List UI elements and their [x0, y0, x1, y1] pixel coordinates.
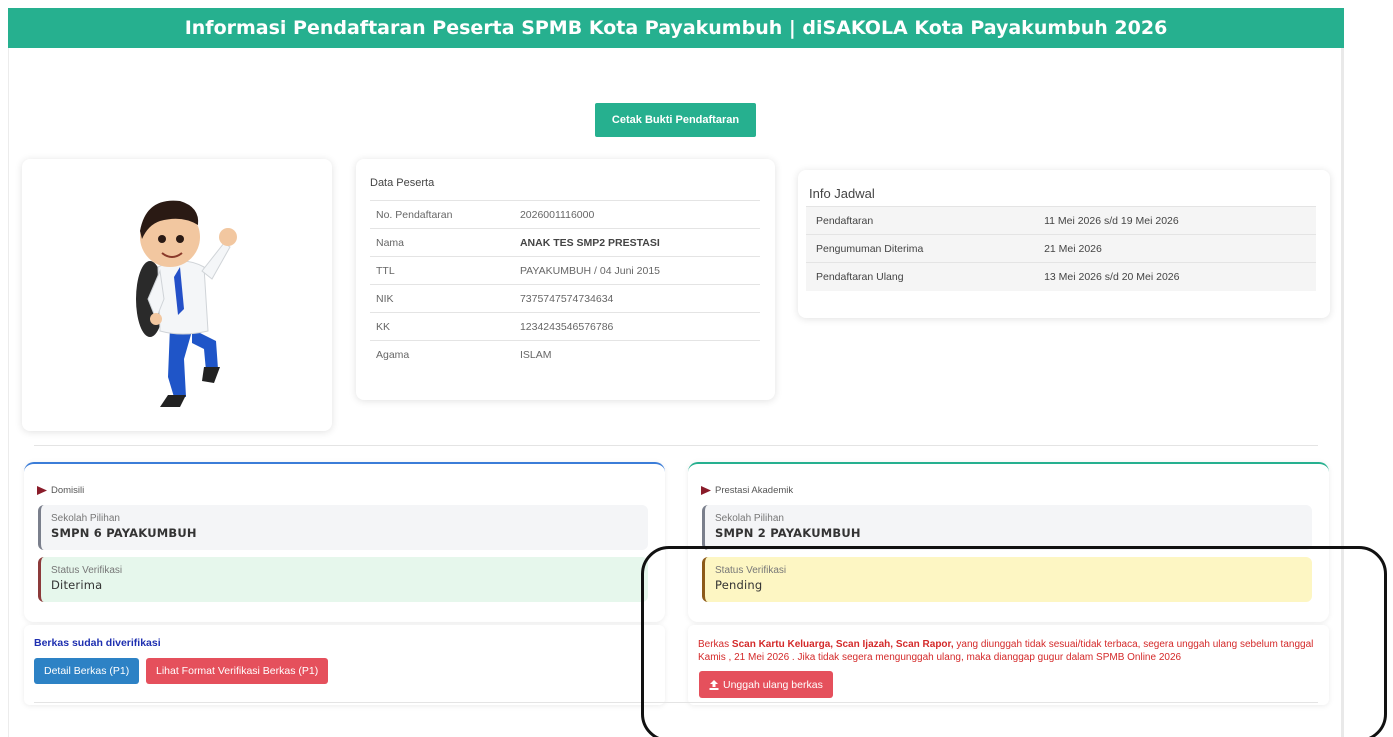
row-label: Nama [370, 228, 506, 257]
schedule-title: Info Jadwal [809, 186, 875, 201]
school-label: Sekolah Pilihan [51, 513, 120, 524]
status-label: Status Verifikasi [51, 565, 123, 576]
page-title: Informasi Pendaftaran Peserta SPMB Kota … [184, 17, 1168, 39]
table-row: Agama ISLAM [370, 340, 760, 369]
status-label: Status Verifikasi [715, 565, 787, 576]
table-row: Pendaftaran Ulang 13 Mei 2026 s/d 20 Mei… [806, 262, 1316, 291]
reupload-warning: Berkas Scan Kartu Keluarga, Scan Ijazah,… [698, 638, 1318, 664]
row-value: 1234243546576786 [505, 312, 760, 341]
schedule-value: 21 Mei 2026 [1032, 234, 1316, 263]
school-label: Sekolah Pilihan [715, 513, 784, 524]
verified-files-panel: Berkas sudah diverifikasi Detail Berkas … [24, 625, 665, 705]
reupload-files-button[interactable]: Unggah ulang berkas [699, 671, 833, 698]
school-value: SMPN 2 PAYAKUMBUH [715, 526, 861, 540]
table-row: NIK 7375747574734634 [370, 284, 760, 313]
schedule-card: Info Jadwal Pendaftaran 11 Mei 2026 s/d … [798, 170, 1330, 318]
row-label: TTL [370, 256, 506, 285]
bottom-divider [34, 702, 1318, 703]
choice-type: Prestasi Akademik [701, 485, 793, 496]
table-row: Pendaftaran 11 Mei 2026 s/d 19 Mei 2026 [806, 206, 1316, 235]
table-row: Pengumuman Diterima 21 Mei 2026 [806, 234, 1316, 263]
row-value: 2026001116000 [505, 200, 760, 229]
flag-icon [701, 486, 711, 495]
school-field: Sekolah Pilihan SMPN 6 PAYAKUMBUH [38, 505, 648, 550]
participant-data-table: No. Pendaftaran 2026001116000 Nama ANAK … [370, 200, 760, 369]
verification-status-field: Status Verifikasi Diterima [38, 557, 648, 602]
flag-icon [37, 486, 47, 495]
verification-format-button[interactable]: Lihat Format Verifikasi Berkas (P1) [146, 658, 329, 684]
school-field: Sekolah Pilihan SMPN 2 PAYAKUMBUH [702, 505, 1312, 550]
verified-text: Berkas sudah diverifikasi [34, 637, 161, 649]
verification-status-field: Status Verifikasi Pending [702, 557, 1312, 602]
row-value: 7375747574734634 [505, 284, 760, 313]
file-detail-button[interactable]: Detail Berkas (P1) [34, 658, 140, 684]
schedule-label: Pendaftaran [806, 206, 1033, 235]
schedule-value: 13 Mei 2026 s/d 20 Mei 2026 [1032, 262, 1316, 291]
row-label: KK [370, 312, 506, 341]
schedule-value: 11 Mei 2026 s/d 19 Mei 2026 [1032, 206, 1316, 235]
school-value: SMPN 6 PAYAKUMBUH [51, 526, 197, 540]
upload-icon [709, 679, 719, 690]
section-divider [34, 445, 1318, 446]
schedule-label: Pengumuman Diterima [806, 234, 1033, 263]
participant-data-title: Data Peserta [370, 177, 435, 189]
choice-card-prestasi: Prestasi Akademik Sekolah Pilihan SMPN 2… [688, 462, 1329, 622]
choice-type-label: Prestasi Akademik [715, 485, 794, 496]
student-illustration [136, 200, 237, 407]
status-value: Pending [715, 578, 763, 592]
row-value: ANAK TES SMP2 PRESTASI [505, 228, 760, 257]
print-proof-button[interactable]: Cetak Bukti Pendaftaran [595, 103, 756, 137]
table-row: Nama ANAK TES SMP2 PRESTASI [370, 228, 760, 257]
choice-card-domisili: Domisili Sekolah Pilihan SMPN 6 PAYAKUMB… [24, 462, 665, 622]
row-value: PAYAKUMBUH / 04 Juni 2015 [505, 256, 760, 285]
participant-data-card: Data Peserta No. Pendaftaran 20260011160… [356, 159, 775, 400]
table-row: No. Pendaftaran 2026001116000 [370, 200, 760, 229]
table-row: TTL PAYAKUMBUH / 04 Juni 2015 [370, 256, 760, 285]
status-value: Diterima [51, 578, 103, 592]
reupload-panel: Berkas Scan Kartu Keluarga, Scan Ijazah,… [688, 625, 1329, 705]
choice-type: Domisili [37, 485, 84, 496]
row-value: ISLAM [505, 340, 760, 369]
page-header: Informasi Pendaftaran Peserta SPMB Kota … [8, 8, 1344, 48]
avatar-card [22, 159, 332, 431]
table-row: KK 1234243546576786 [370, 312, 760, 341]
reupload-label: Unggah ulang berkas [723, 678, 823, 691]
row-label: Agama [370, 340, 506, 369]
warning-files: Scan Kartu Keluarga, Scan Ijazah, Scan R… [731, 639, 954, 650]
warning-prefix: Berkas [698, 639, 732, 650]
row-label: No. Pendaftaran [370, 200, 506, 229]
row-label: NIK [370, 284, 506, 313]
schedule-label: Pendaftaran Ulang [806, 262, 1033, 291]
schedule-table: Pendaftaran 11 Mei 2026 s/d 19 Mei 2026 … [806, 206, 1316, 291]
choice-type-label: Domisili [51, 485, 85, 496]
